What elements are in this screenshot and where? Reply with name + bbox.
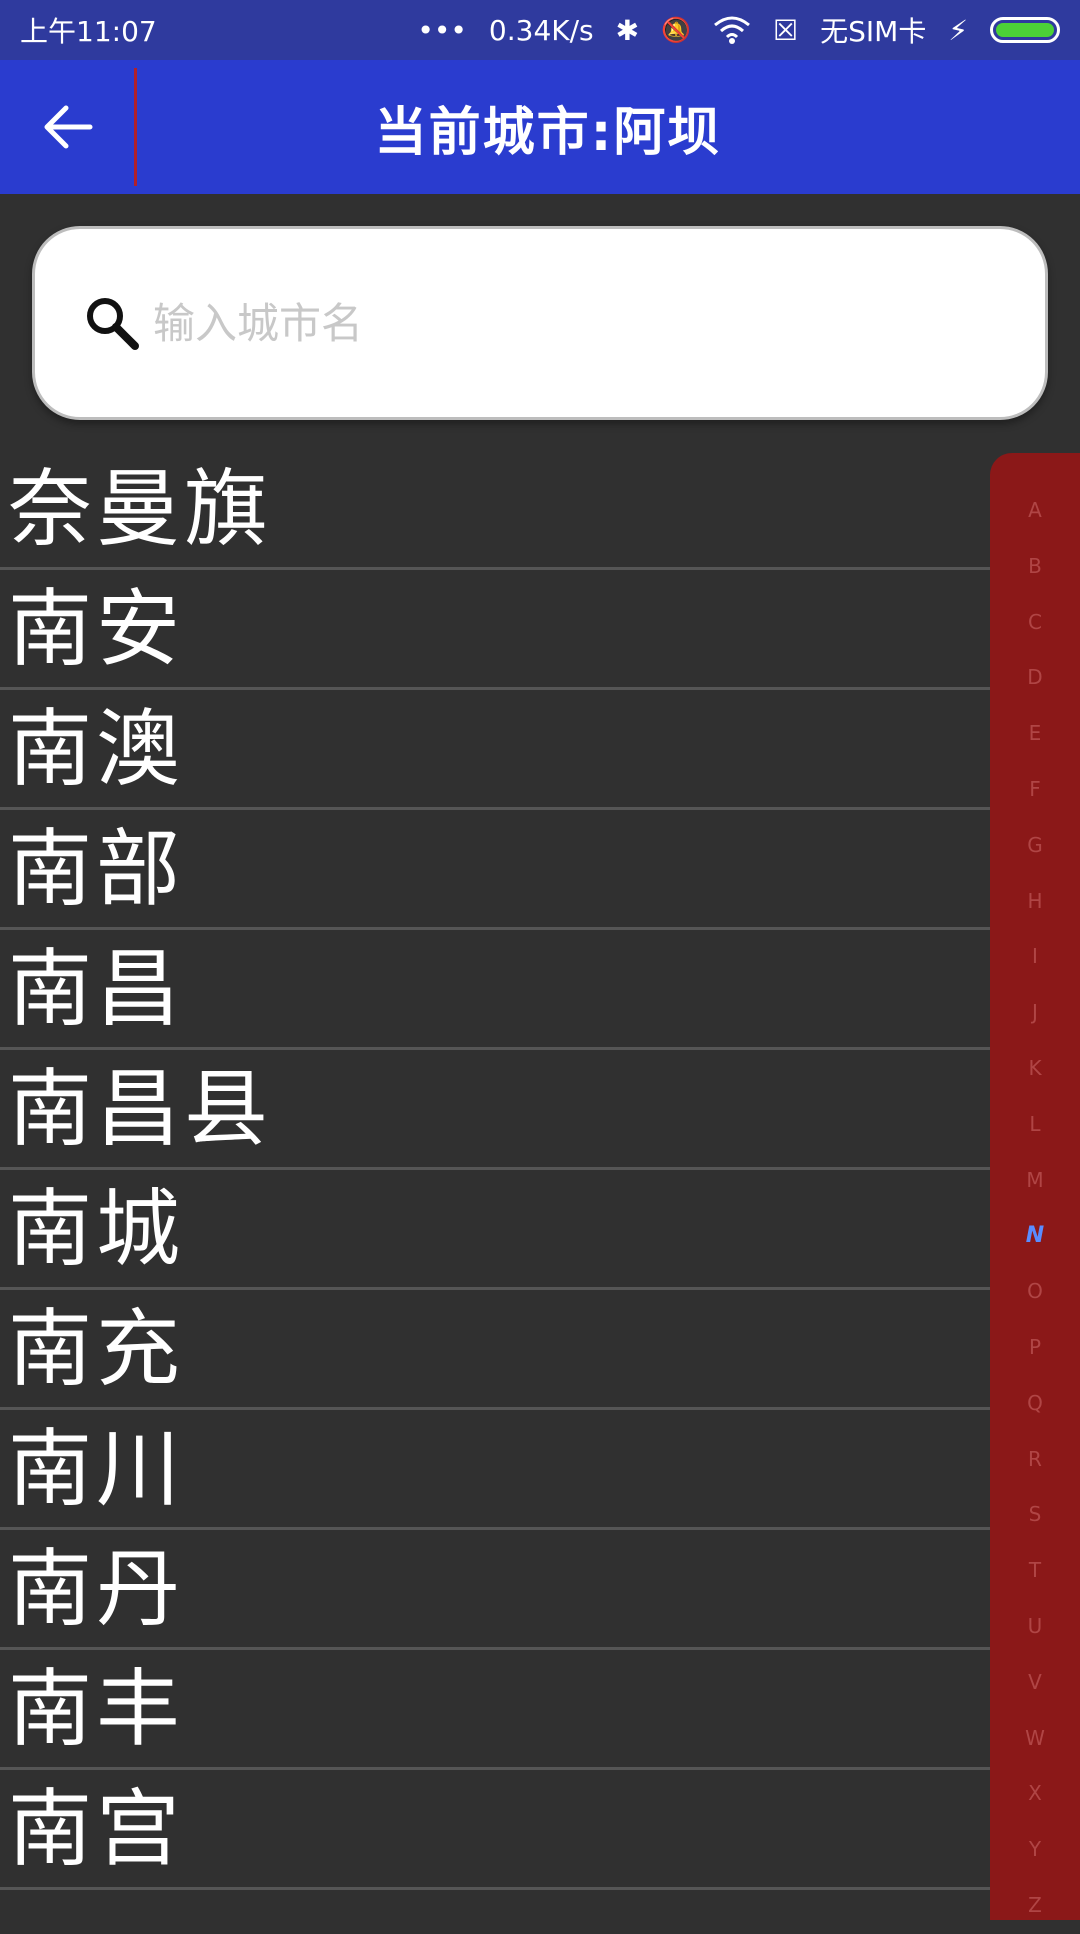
- bluetooth-icon: ✱: [615, 13, 640, 47]
- search-icon: [83, 294, 141, 352]
- list-item[interactable]: 南部: [0, 810, 990, 930]
- alpha-index-letter-u[interactable]: U: [1005, 1599, 1065, 1655]
- mute-icon: 🔕: [661, 16, 692, 44]
- alpha-index-letter-w[interactable]: W: [1005, 1711, 1065, 1767]
- more-dots-icon: •••: [417, 13, 467, 47]
- no-sim-label: 无SIM卡: [820, 15, 927, 48]
- city-list: 奈曼旗 南安 南澳 南部 南昌 南昌县 南城 南充 南川 南丹 南丰 南宫: [0, 450, 990, 1920]
- alpha-index-letter-n[interactable]: N: [1005, 1208, 1065, 1264]
- alpha-index-letter-b[interactable]: B: [1005, 539, 1065, 595]
- alpha-index-letter-f[interactable]: F: [1005, 762, 1065, 818]
- alpha-index-letter-t[interactable]: T: [1005, 1543, 1065, 1599]
- alpha-index-letter-c[interactable]: C: [1005, 595, 1065, 651]
- alpha-index-letter-h[interactable]: H: [1005, 874, 1065, 930]
- alpha-index-letter-j[interactable]: J: [1005, 985, 1065, 1041]
- search-box[interactable]: [32, 226, 1048, 420]
- battery-icon: [990, 17, 1060, 43]
- arrow-left-icon: [44, 105, 93, 149]
- alpha-index-letter-d[interactable]: D: [1005, 650, 1065, 706]
- alpha-index-letter-l[interactable]: L: [1005, 1097, 1065, 1153]
- alphabet-index[interactable]: ABCDEFGHIJKLMNOPQRSTUVWXYZ: [990, 453, 1080, 1920]
- list-item[interactable]: 奈曼旗: [0, 450, 990, 570]
- charging-icon: ⚡: [948, 13, 968, 47]
- alpha-index-letter-o[interactable]: O: [1005, 1264, 1065, 1320]
- list-item[interactable]: 南充: [0, 1290, 990, 1410]
- list-item[interactable]: 南宫: [0, 1770, 990, 1890]
- alpha-index-letter-v[interactable]: V: [1005, 1655, 1065, 1711]
- back-button[interactable]: [0, 60, 136, 194]
- battery-level: [996, 23, 1054, 37]
- alpha-index-letter-a[interactable]: A: [1005, 483, 1065, 539]
- list-item[interactable]: 南城: [0, 1170, 990, 1290]
- alpha-index-letter-z[interactable]: Z: [1005, 1878, 1065, 1934]
- network-speed: 0.34K/s: [488, 13, 594, 47]
- alpha-index-letter-y[interactable]: Y: [1005, 1822, 1065, 1878]
- sim-error-icon: ☒: [773, 13, 799, 47]
- status-bar: 上午11:07 ••• 0.34K/s ✱ 🔕 ☒ 无SIM卡 ⚡: [0, 0, 1080, 60]
- status-icons: ••• 0.34K/s ✱ 🔕 ☒ 无SIM卡 ⚡: [417, 10, 1060, 50]
- list-item[interactable]: 南丹: [0, 1530, 990, 1650]
- alpha-index-letter-q[interactable]: Q: [1005, 1376, 1065, 1432]
- list-item[interactable]: 南澳: [0, 690, 990, 810]
- list-item[interactable]: 南安: [0, 570, 990, 690]
- wifi-icon: [713, 15, 751, 45]
- alpha-index-letter-m[interactable]: M: [1005, 1153, 1065, 1209]
- app-bar: 当前城市:阿坝: [0, 60, 1080, 194]
- list-item[interactable]: 南丰: [0, 1650, 990, 1770]
- alpha-index-letter-s[interactable]: S: [1005, 1487, 1065, 1543]
- alpha-index-letter-g[interactable]: G: [1005, 818, 1065, 874]
- list-item[interactable]: 南昌县: [0, 1050, 990, 1170]
- alpha-index-letter-e[interactable]: E: [1005, 706, 1065, 762]
- alpha-index-letter-x[interactable]: X: [1005, 1766, 1065, 1822]
- page-title: 当前城市:阿坝: [374, 102, 722, 163]
- list-item[interactable]: 南昌: [0, 930, 990, 1050]
- status-time: 上午11:07: [20, 15, 157, 48]
- alpha-index-letter-r[interactable]: R: [1005, 1432, 1065, 1488]
- list-item[interactable]: 南川: [0, 1410, 990, 1530]
- alpha-index-letter-i[interactable]: I: [1005, 929, 1065, 985]
- alpha-index-letter-k[interactable]: K: [1005, 1041, 1065, 1097]
- search-input[interactable]: [151, 297, 975, 349]
- alpha-index-letter-p[interactable]: P: [1005, 1320, 1065, 1376]
